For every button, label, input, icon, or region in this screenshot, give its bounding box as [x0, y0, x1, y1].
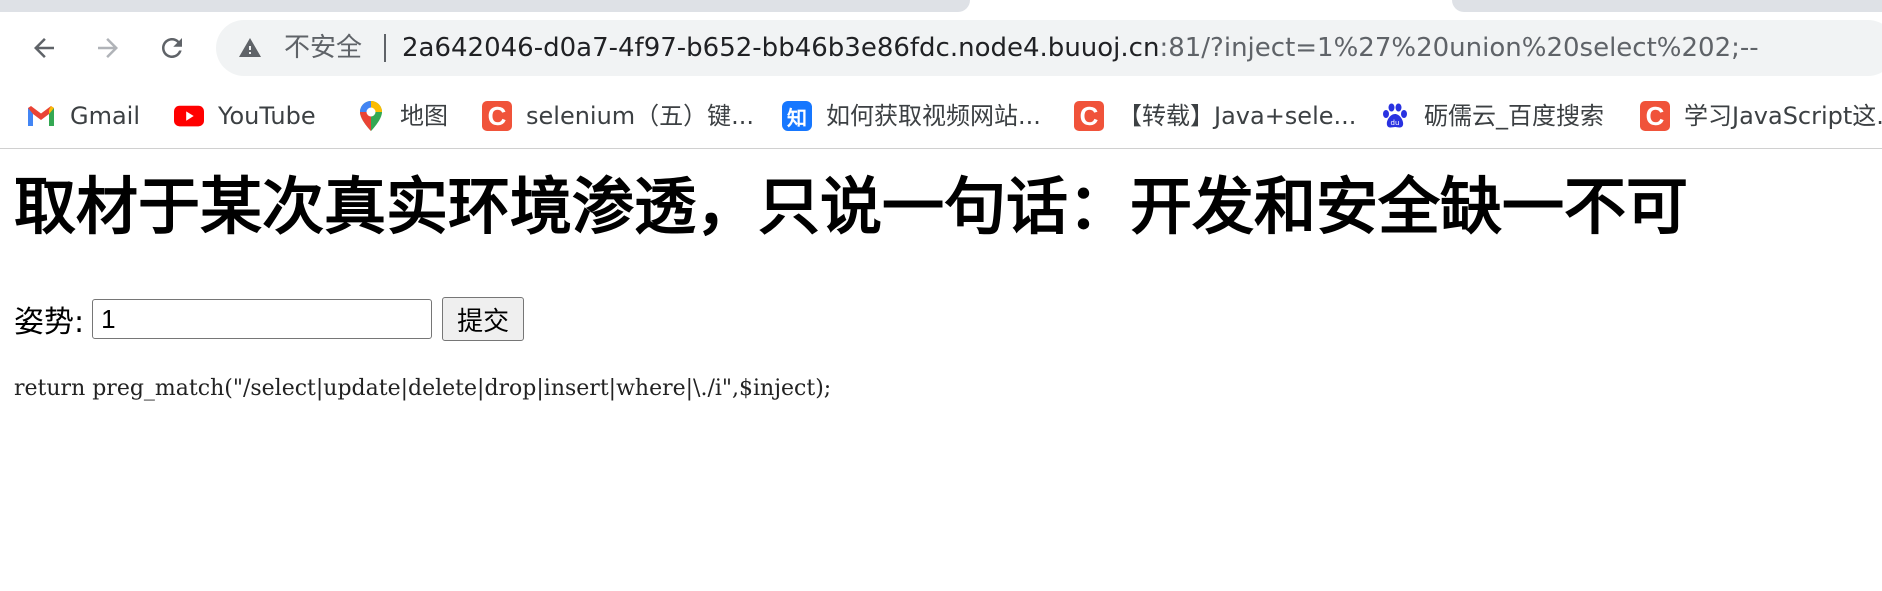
zhihu-icon: 知	[782, 101, 812, 131]
maps-icon	[356, 101, 386, 131]
bookmark-maps[interactable]: 地图	[356, 96, 448, 136]
inject-label: 姿势:	[14, 305, 85, 340]
inject-input[interactable]	[92, 299, 433, 339]
bookmark-label: YouTube	[218, 102, 316, 130]
address-bar[interactable]: 不安全 2a642046-d0a7-4f97-b652-bb46b3e86fdc…	[216, 20, 1882, 76]
inactive-tab-area-right[interactable]	[1452, 0, 1882, 12]
reload-icon	[162, 38, 182, 58]
reload-button[interactable]	[152, 28, 192, 68]
csdn-icon: C	[1640, 101, 1670, 131]
forward-button[interactable]	[88, 28, 128, 68]
bookmark-video-site[interactable]: 知 如何获取视频网站...	[782, 96, 1041, 136]
csdn-icon: C	[1074, 101, 1104, 131]
url-path-query: :81/?inject=1%27%20union%20select%202;--	[1159, 33, 1759, 63]
csdn-icon: C	[482, 101, 512, 131]
zhihu-glyph: 知	[782, 101, 812, 131]
baidu-icon: du	[1380, 101, 1410, 131]
bookmark-label: 学习JavaScript这...	[1684, 102, 1882, 130]
csdn-glyph: C	[1640, 101, 1670, 131]
bookmark-selenium[interactable]: C selenium（五）键...	[482, 96, 754, 136]
bookmark-label: 如何获取视频网站...	[826, 102, 1041, 130]
bookmark-label: 【转载】Java+sele...	[1118, 102, 1357, 130]
back-button[interactable]	[24, 28, 64, 68]
omnibox-divider	[384, 34, 386, 62]
bookmark-label: 砺儒云_百度搜索	[1424, 102, 1604, 130]
tab-strip	[0, 0, 1882, 12]
page-title: 取材于某次真实环境渗透，只说一句话：开发和安全缺一不可	[14, 170, 1689, 243]
bookmark-baidu-search[interactable]: du 砺儒云_百度搜索	[1380, 96, 1604, 136]
browser-toolbar: 不安全 2a642046-d0a7-4f97-b652-bb46b3e86fdc…	[0, 12, 1882, 84]
arrow-right-icon	[98, 38, 118, 58]
csdn-glyph: C	[1074, 101, 1104, 131]
svg-text:du: du	[1391, 119, 1400, 127]
submit-button[interactable]: 提交	[442, 297, 525, 341]
inactive-tab-area-left[interactable]	[0, 0, 970, 12]
bookmark-label: 地图	[400, 102, 448, 130]
warning-icon[interactable]	[238, 36, 262, 60]
bookmark-label: Gmail	[70, 102, 141, 130]
youtube-icon	[174, 101, 204, 131]
gmail-icon	[26, 101, 56, 131]
bookmark-java-selenium[interactable]: C 【转载】Java+sele...	[1074, 96, 1356, 136]
url-host: 2a642046-d0a7-4f97-b652-bb46b3e86fdc.nod…	[402, 33, 1160, 63]
security-status-label[interactable]: 不安全	[284, 32, 362, 64]
arrow-left-icon	[34, 38, 54, 58]
bookmark-label: selenium（五）键...	[526, 102, 755, 130]
bookmark-youtube[interactable]: YouTube	[174, 96, 316, 136]
csdn-glyph: C	[482, 101, 512, 131]
bookmark-learn-javascript[interactable]: C 学习JavaScript这...	[1640, 96, 1882, 136]
filter-code: return preg_match("/select|update|delete…	[14, 376, 832, 401]
page-content: 取材于某次真实环境渗透，只说一句话：开发和安全缺一不可 姿势: 提交 retur…	[0, 149, 1882, 591]
inject-form: 姿势: 提交	[14, 295, 525, 343]
bookmark-gmail[interactable]: Gmail	[26, 96, 140, 136]
url-text[interactable]: 2a642046-d0a7-4f97-b652-bb46b3e86fdc.nod…	[402, 32, 1759, 64]
bookmarks-bar: Gmail YouTube 地图 C selenium（五）键... 知 如何获…	[0, 84, 1882, 149]
